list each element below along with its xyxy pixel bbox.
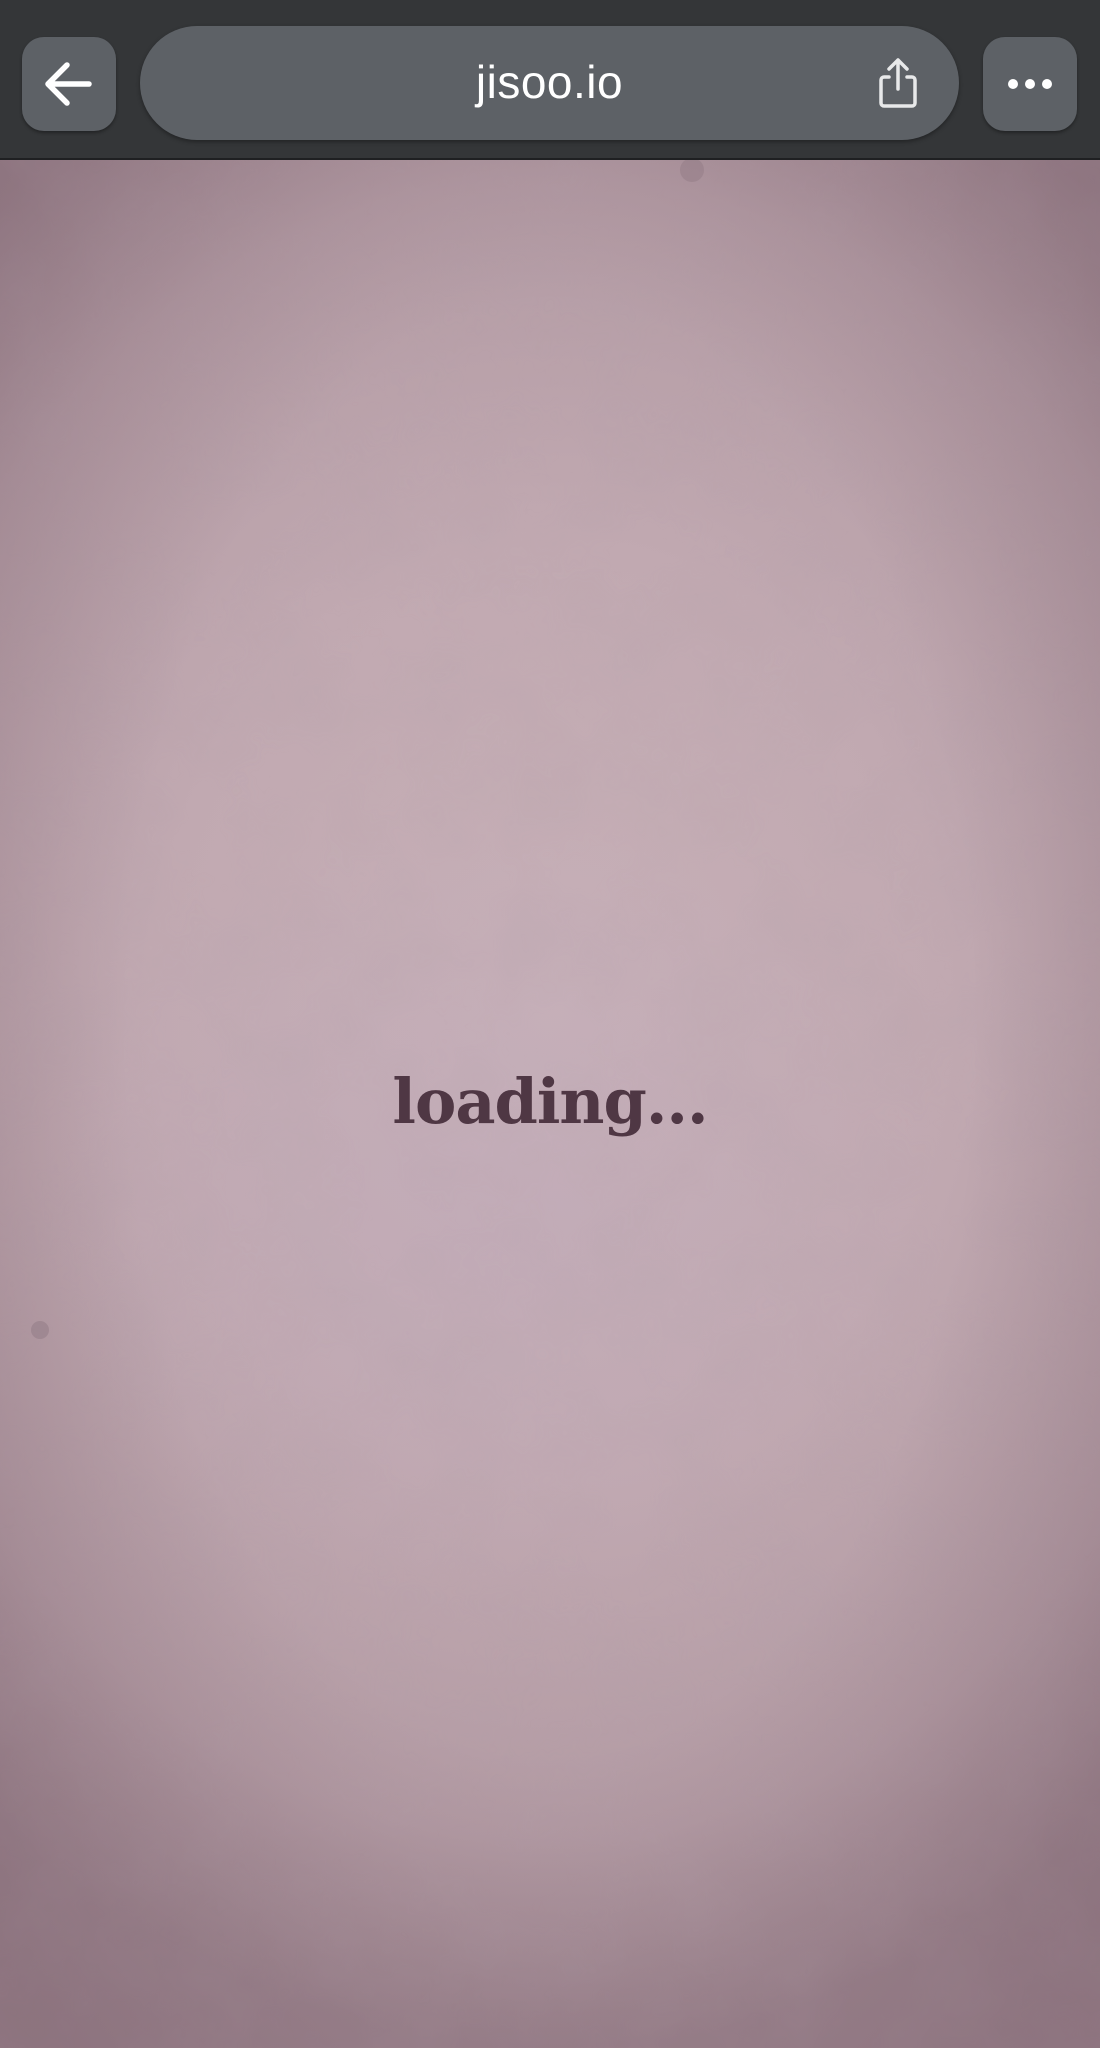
ellipsis-icon xyxy=(1008,79,1052,89)
address-bar[interactable]: jisoo.io xyxy=(140,26,959,140)
browser-toolbar: jisoo.io xyxy=(0,0,1100,160)
browser-window: jisoo.io loading... xyxy=(0,0,1100,2048)
url-text: jisoo.io xyxy=(475,56,624,108)
share-button[interactable] xyxy=(868,53,928,113)
arrow-left-icon xyxy=(45,62,92,106)
page-content: loading... xyxy=(0,160,1100,2048)
back-button[interactable] xyxy=(22,37,116,131)
share-icon xyxy=(879,58,917,108)
loading-indicator: loading... xyxy=(392,1065,708,1138)
more-button[interactable] xyxy=(983,37,1077,131)
